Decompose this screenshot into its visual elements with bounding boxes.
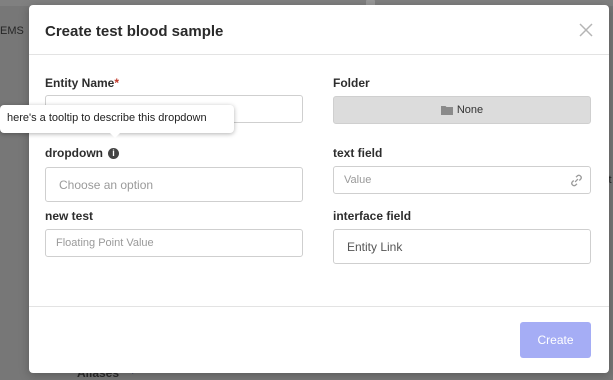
background-items-label: EMS	[0, 25, 24, 37]
new-test-label: new test	[45, 209, 94, 223]
entity-name-label: Entity Name*	[45, 76, 119, 90]
create-button[interactable]: Create	[520, 322, 591, 358]
dropdown-label: dropdown i	[45, 146, 119, 160]
info-icon[interactable]: i	[107, 148, 119, 160]
folder-label: Folder	[333, 76, 370, 90]
folder-select-button[interactable]: None	[333, 96, 591, 124]
tooltip-arrow	[109, 132, 121, 138]
text-field-placeholder: Value	[344, 174, 372, 186]
link-icon[interactable]	[569, 173, 584, 188]
dropdown-label-text: dropdown	[45, 146, 103, 160]
folder-value: None	[456, 104, 484, 116]
dropdown-select[interactable]: Choose an option	[45, 167, 303, 202]
close-icon[interactable]	[577, 21, 595, 39]
interface-field-input[interactable]: Entity Link	[333, 229, 591, 264]
entity-name-label-text: Entity Name	[45, 76, 115, 90]
dialog-header: Create test blood sample	[29, 5, 609, 55]
new-test-input[interactable]: Floating Point Value	[45, 229, 303, 257]
dialog-title: Create test blood sample	[45, 23, 224, 40]
dialog-footer: Create	[29, 306, 609, 373]
create-sample-dialog: Create test blood sample Entity Name* Fo…	[29, 5, 609, 373]
dropdown-tooltip: here's a tooltip to describe this dropdo…	[0, 105, 234, 133]
required-marker: *	[114, 76, 120, 90]
interface-field-label: interface field	[333, 209, 412, 223]
text-field-label: text field	[333, 146, 383, 160]
folder-icon	[440, 106, 453, 115]
text-field-input[interactable]: Value	[333, 166, 591, 194]
